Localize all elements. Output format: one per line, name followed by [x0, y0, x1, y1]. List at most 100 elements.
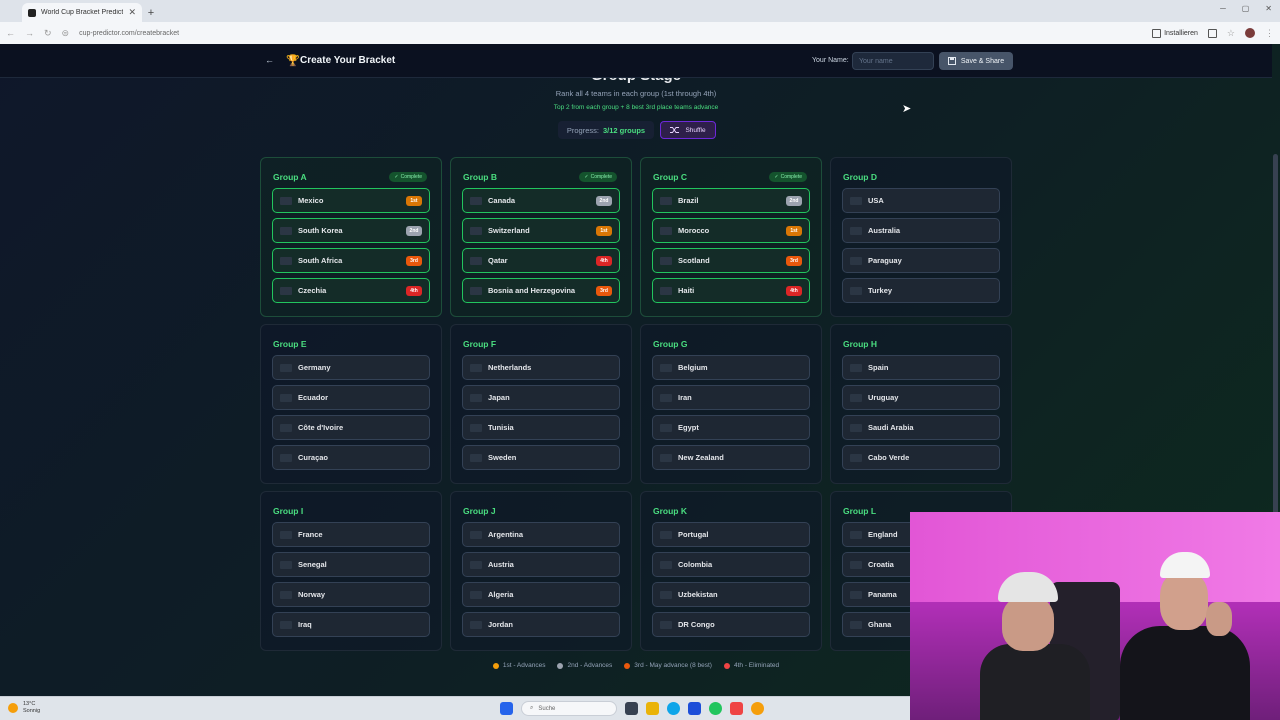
menu-dots-icon[interactable]: ⋮ — [1265, 28, 1274, 39]
team-slot[interactable]: Iran — [652, 385, 810, 410]
save-share-button[interactable]: Save & Share — [939, 52, 1013, 70]
team-name: France — [298, 530, 323, 539]
install-label: Installieren — [1164, 29, 1198, 37]
team-slot[interactable]: Sweden — [462, 445, 620, 470]
team-slot[interactable]: Scotland 3rd — [652, 248, 810, 273]
team-slot[interactable]: South Korea 2nd — [272, 218, 430, 243]
team-slot[interactable]: Qatar 4th — [462, 248, 620, 273]
bookmark-star-icon[interactable]: ☆ — [1227, 28, 1235, 39]
team-slot[interactable]: Curaçao — [272, 445, 430, 470]
reload-icon[interactable]: ↻ — [44, 28, 52, 39]
team-slot[interactable]: South Africa 3rd — [272, 248, 430, 273]
team-slot[interactable]: New Zealand — [652, 445, 810, 470]
new-tab-button[interactable]: + — [142, 3, 160, 22]
browser-tab[interactable]: World Cup Bracket Predictor ✕ — [22, 3, 142, 22]
team-name: DR Congo — [678, 620, 715, 629]
team-slot[interactable]: Colombia — [652, 552, 810, 577]
team-slot[interactable]: Australia — [842, 218, 1000, 243]
app-icon[interactable] — [730, 702, 743, 715]
team-slot[interactable]: Austria — [462, 552, 620, 577]
rank-badge: 1st — [596, 226, 612, 236]
team-slot[interactable]: France — [272, 522, 430, 547]
team-slot[interactable]: Netherlands — [462, 355, 620, 380]
chrome-icon[interactable] — [751, 702, 764, 715]
sun-icon — [8, 703, 18, 713]
team-slot[interactable]: Switzerland 1st — [462, 218, 620, 243]
shuffle-button[interactable]: Shuffle — [660, 121, 716, 139]
file-explorer-icon[interactable] — [646, 702, 659, 715]
team-slot[interactable]: Côte d'Ivoire — [272, 415, 430, 440]
group-card: Group K Portugal Colombia Uzbekistan DR Cong… — [640, 491, 822, 651]
profile-avatar[interactable] — [1245, 28, 1255, 38]
team-slot[interactable]: USA — [842, 188, 1000, 213]
spotify-icon[interactable] — [709, 702, 722, 715]
team-slot[interactable]: Spain — [842, 355, 1000, 380]
team-slot[interactable]: Uzbekistan — [652, 582, 810, 607]
team-name: USA — [868, 196, 884, 205]
back-nav-icon[interactable]: ← — [6, 28, 15, 38]
team-slot[interactable]: Haiti 4th — [652, 278, 810, 303]
team-slot[interactable]: Egypt — [652, 415, 810, 440]
team-slot[interactable]: Argentina — [462, 522, 620, 547]
team-slot[interactable]: Bosnia and Herzegovina 3rd — [462, 278, 620, 303]
team-name: New Zealand — [678, 453, 724, 462]
page-scrollbar[interactable] — [1273, 154, 1278, 554]
team-slot[interactable]: Cabo Verde — [842, 445, 1000, 470]
start-icon[interactable] — [500, 702, 513, 715]
team-name: Turkey — [868, 286, 893, 295]
team-slot[interactable]: Algeria — [462, 582, 620, 607]
task-view-icon[interactable] — [625, 702, 638, 715]
weather-widget[interactable]: 13°C Sonnig — [8, 701, 40, 715]
flag-icon — [850, 530, 862, 539]
team-slot[interactable]: Mexico 1st — [272, 188, 430, 213]
team-slot[interactable]: Belgium — [652, 355, 810, 380]
team-name: Iran — [678, 393, 692, 402]
tab-close-icon[interactable]: ✕ — [128, 7, 136, 18]
team-slot[interactable]: Germany — [272, 355, 430, 380]
team-slot[interactable]: Morocco 1st — [652, 218, 810, 243]
team-slot[interactable]: Ecuador — [272, 385, 430, 410]
team-slot[interactable]: Jordan — [462, 612, 620, 637]
flag-icon — [850, 393, 862, 402]
team-slot[interactable]: Senegal — [272, 552, 430, 577]
legend-dot — [723, 662, 730, 669]
name-input[interactable] — [852, 52, 934, 70]
edge-icon[interactable] — [667, 702, 680, 715]
translate-icon[interactable] — [1207, 28, 1217, 38]
group-card: Group J Argentina Austria Algeria Jordan — [450, 491, 632, 651]
legend-item: 1st - Advances — [492, 662, 545, 669]
site-info-icon[interactable]: ⊜ — [62, 28, 70, 39]
team-slot[interactable]: Uruguay — [842, 385, 1000, 410]
team-slot[interactable]: Brazil 2nd — [652, 188, 810, 213]
close-window-icon[interactable]: ✕ — [1265, 4, 1272, 13]
team-slot[interactable]: Tunisia — [462, 415, 620, 440]
team-slot[interactable]: Saudi Arabia — [842, 415, 1000, 440]
store-icon[interactable] — [688, 702, 701, 715]
group-name: Group C — [653, 172, 687, 182]
address-bar: ← → ↻ ⊜ cup-predictor.com/createbracket … — [0, 22, 1280, 44]
team-name: Belgium — [678, 363, 708, 372]
install-button[interactable]: Installieren — [1152, 28, 1198, 38]
team-name: Norway — [298, 590, 326, 599]
rank-badge: 3rd — [786, 256, 802, 266]
flag-icon — [470, 226, 482, 235]
legend-item: 4th - Eliminated — [723, 662, 779, 669]
back-arrow-icon[interactable]: ← — [265, 55, 274, 65]
taskbar-search[interactable]: ⌕ Suche — [521, 701, 617, 716]
minimize-icon[interactable]: ─ — [1220, 4, 1226, 13]
team-slot[interactable]: Japan — [462, 385, 620, 410]
team-slot[interactable]: Czechia 4th — [272, 278, 430, 303]
flag-icon — [850, 226, 862, 235]
team-slot[interactable]: Paraguay — [842, 248, 1000, 273]
legend-item: 2nd - Advances — [557, 662, 612, 669]
group-card: Group I France Senegal Norway Iraq — [260, 491, 442, 651]
team-slot[interactable]: Portugal — [652, 522, 810, 547]
team-slot[interactable]: Iraq — [272, 612, 430, 637]
team-slot[interactable]: Turkey — [842, 278, 1000, 303]
team-slot[interactable]: Norway — [272, 582, 430, 607]
team-slot[interactable]: Canada 2nd — [462, 188, 620, 213]
url-text[interactable]: cup-predictor.com/createbracket — [79, 30, 1142, 37]
maximize-icon[interactable]: ▢ — [1242, 4, 1250, 13]
team-slot[interactable]: DR Congo — [652, 612, 810, 637]
forward-nav-icon[interactable]: → — [25, 28, 34, 38]
